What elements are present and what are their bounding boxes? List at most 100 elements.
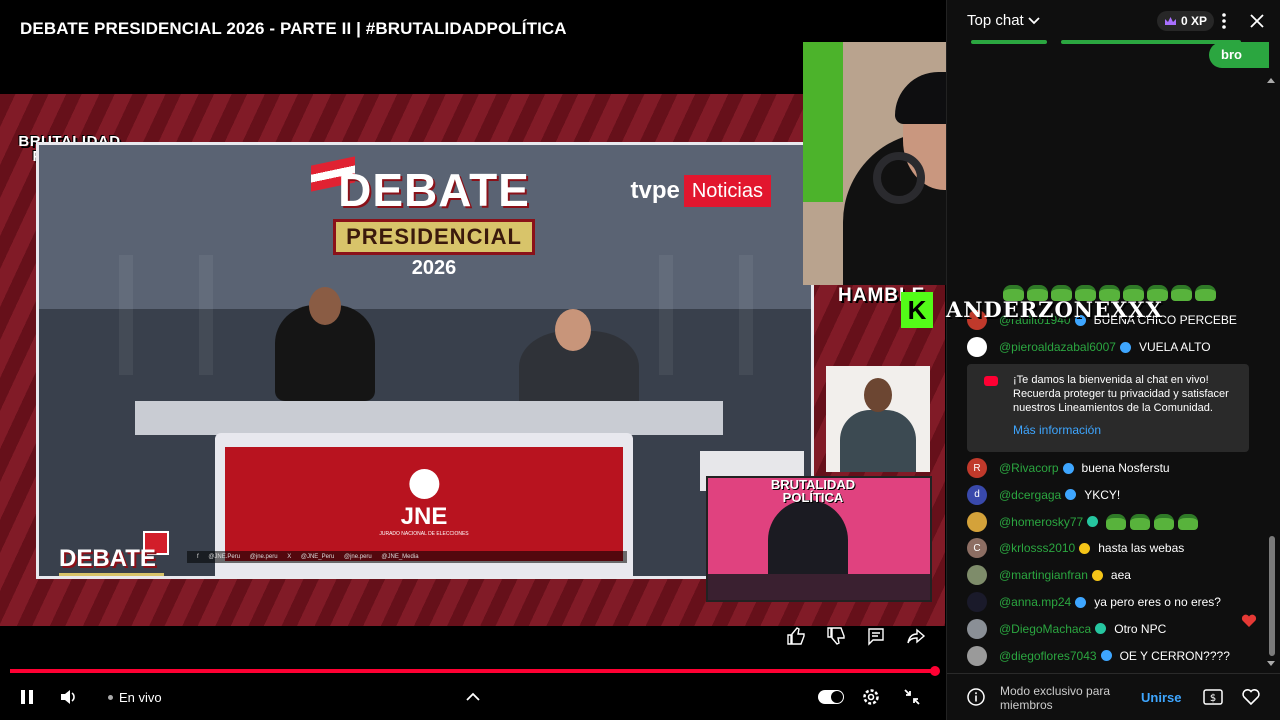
tv-logo-left: tvpe	[630, 177, 680, 204]
message-author[interactable]: @Rivacorp	[999, 461, 1059, 475]
chat-message[interactable]: d @dcergaga YKCY!	[967, 483, 1120, 507]
live-indicator[interactable]: En vivo	[108, 686, 162, 708]
scroll-down-arrow-icon[interactable]	[1267, 660, 1275, 668]
avatar	[967, 592, 987, 612]
bottom-logo-subtitle: PRESIDENCIAL	[59, 573, 164, 576]
member-badge-icon	[1091, 569, 1103, 581]
building-column	[659, 255, 673, 375]
message-author[interactable]: @martingianfran	[999, 568, 1088, 582]
chat-message[interactable]: @martingianfran aea	[967, 563, 1131, 587]
cam-banner-line2: POLÍTICA	[782, 490, 844, 505]
streamer-cam-overlay: BRUTALIDAD POLÍTICA	[706, 476, 932, 602]
message-author[interactable]: @anna.mp24	[999, 595, 1071, 609]
like-icon[interactable]	[786, 626, 806, 646]
pause-icon	[21, 690, 33, 704]
avatar	[967, 511, 987, 532]
progress-bar[interactable]	[10, 669, 935, 673]
message-text: Otro NPC	[1114, 621, 1167, 636]
members-only-text: Modo exclusivo para miembros	[1000, 684, 1111, 712]
member-pill[interactable]: bro	[1209, 42, 1269, 68]
kick-logo-icon: K	[901, 292, 933, 328]
webcam-green-wall	[803, 42, 843, 202]
share-icon[interactable]	[906, 626, 926, 646]
headphone-icon	[873, 152, 925, 204]
autoplay-toggle[interactable]	[818, 690, 844, 704]
sign-language-interpreter	[826, 366, 930, 472]
message-author[interactable]: @krlosss2010	[999, 541, 1075, 555]
social-handles-strip: f @JNE.Peru @jne.peru X @JNE_Peru @jne.p…	[187, 551, 627, 563]
interpreter-body	[840, 410, 916, 472]
super-chat-dollar-icon[interactable]: $	[1203, 688, 1223, 706]
chat-scrollbar-thumb[interactable]	[1269, 536, 1275, 656]
volume-button[interactable]	[58, 686, 80, 708]
message-text: ya pero eres o no eres?	[1094, 595, 1221, 609]
frog-emote-icon	[1051, 285, 1072, 301]
dislike-icon[interactable]	[826, 626, 846, 646]
comment-icon[interactable]	[866, 626, 886, 646]
expand-up-button[interactable]	[462, 686, 484, 708]
cam-desk	[708, 574, 930, 600]
message-author[interactable]: @homerosky77	[999, 515, 1083, 529]
close-icon[interactable]	[1247, 11, 1267, 31]
interpreter-head	[864, 378, 892, 412]
message-author[interactable]: @diegoflores7043	[999, 649, 1097, 663]
join-button[interactable]: Unirse	[1133, 687, 1189, 708]
debate-broadcast-frame: DEBATE PRESIDENCIAL 2026 tvpe Noticias J…	[36, 142, 814, 579]
info-icon[interactable]	[967, 688, 985, 706]
member-badge-icon	[1079, 542, 1091, 554]
member-badge-icon	[1119, 341, 1131, 353]
progress-scrubber[interactable]	[930, 666, 940, 676]
settings-button[interactable]	[860, 686, 882, 708]
building-column	[739, 255, 753, 375]
floating-heart-icon	[1241, 614, 1257, 627]
chat-message[interactable]: @DiegoMachaca Otro NPC	[967, 617, 1166, 641]
frog-emote-icon	[1178, 513, 1199, 530]
avatar	[967, 337, 987, 357]
message-text: VUELA ALTO	[1138, 340, 1211, 354]
jne-logo: JNE JURADO NACIONAL DE ELECCIONES	[379, 469, 469, 537]
more-info-link[interactable]: Más información	[1013, 423, 1101, 437]
frog-emote-icon	[1003, 285, 1024, 301]
chat-message[interactable]: @homerosky77	[967, 510, 1202, 534]
chat-header: Top chat 0 XP	[947, 0, 1280, 42]
message-text: YKCY!	[1084, 487, 1121, 502]
frog-emote-icon	[1123, 285, 1144, 301]
welcome-text: ¡Te damos la bienvenida al chat en vivo!…	[1013, 374, 1229, 414]
message-text: OE Y CERRON????	[1119, 648, 1230, 663]
xp-badge[interactable]: 0 XP	[1157, 11, 1215, 31]
chat-message[interactable]: C @krlosss2010 hasta las webas	[967, 536, 1184, 560]
frog-emote-icon	[1027, 285, 1048, 301]
bottom-debate-logo: DEBATE PRESIDENCIAL 2026	[59, 545, 219, 576]
more-vert-icon[interactable]	[1217, 11, 1231, 31]
scroll-up-arrow-icon[interactable]	[1267, 76, 1275, 84]
chat-message[interactable]: R @Rivacorp buena Nosferstu	[967, 456, 1170, 480]
tvpe-noticias-logo: tvpe Noticias	[627, 175, 771, 207]
volume-icon	[61, 690, 75, 704]
building-column	[119, 255, 133, 375]
chat-message[interactable]: @anna.mp24 ya pero eres o no eres?	[967, 590, 1221, 614]
message-text: buena Nosferstu	[1081, 461, 1170, 475]
chevron-down-icon	[1028, 16, 1040, 24]
moderator-man-head	[555, 309, 591, 351]
avatar: R	[967, 458, 987, 478]
chevron-up-icon	[466, 692, 480, 701]
message-author[interactable]: @DiegoMachaca	[999, 622, 1091, 636]
member-badge-icon	[1065, 489, 1077, 501]
exit-fullscreen-button[interactable]	[901, 686, 923, 708]
message-author[interactable]: @pieroaldazabal6007	[999, 340, 1116, 354]
svg-text:$: $	[1210, 693, 1216, 704]
chat-message[interactable]: @diegoflores7043 OE Y CERRON????	[967, 644, 1230, 668]
frog-emote-icon	[1106, 513, 1127, 530]
heart-icon[interactable]	[1241, 687, 1261, 707]
youtube-icon	[984, 376, 998, 386]
chat-mode-dropdown[interactable]: Top chat	[967, 12, 1040, 29]
chat-message[interactable]: @pieroaldazabal6007 VUELA ALTO	[967, 335, 1211, 359]
frog-emote-icon	[1130, 513, 1151, 530]
xp-label: 0 XP	[1181, 14, 1208, 28]
pause-button[interactable]	[16, 686, 38, 708]
frog-emote-icon	[1154, 513, 1175, 530]
frog-emote-icon	[1195, 285, 1216, 301]
avatar: C	[967, 538, 987, 559]
moderator-woman-head	[309, 287, 341, 325]
message-author[interactable]: @dcergaga	[999, 488, 1061, 502]
